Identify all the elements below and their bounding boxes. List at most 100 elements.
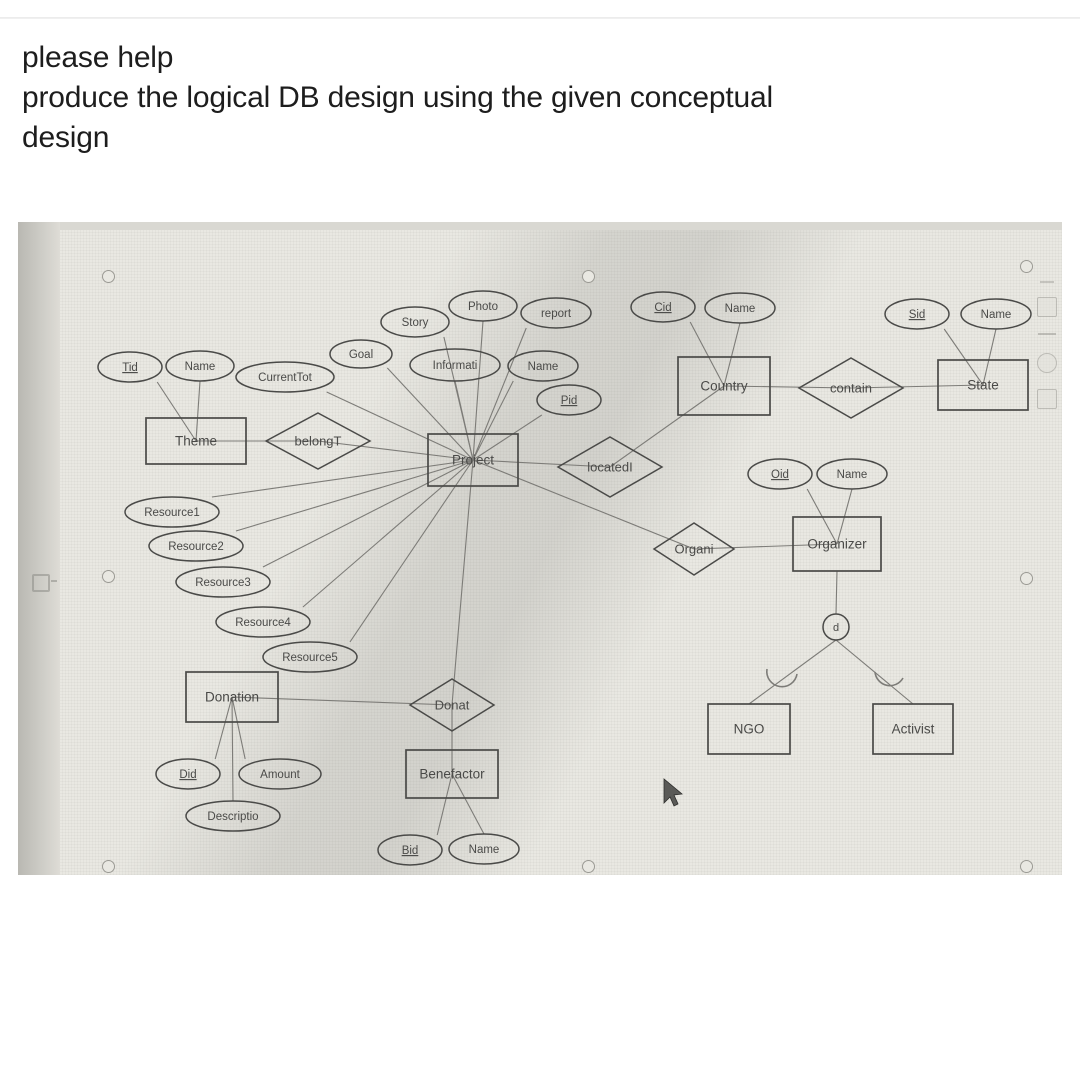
attribute-label-resource2: Resource2: [168, 541, 224, 553]
attribute-link-amount: [231, 696, 246, 760]
selection-handle-top-center[interactable]: [582, 270, 595, 283]
attribute-org-name[interactable]: Name: [816, 458, 888, 490]
relationship-organi[interactable]: Organi: [652, 522, 736, 576]
attribute-label-informati: Informati: [433, 360, 478, 372]
attribute-theme-name[interactable]: Name: [165, 350, 235, 382]
selection-handle-middle-left[interactable]: [102, 570, 115, 583]
relationship-label-organi: Organi: [674, 541, 713, 556]
attribute-label-report: report: [541, 308, 572, 320]
attribute-currenttot[interactable]: CurrentTot: [235, 361, 335, 393]
er-diagram-photo[interactable]: Theme Project Country State Organizer NGO Acti…: [18, 222, 1062, 875]
attribute-tid[interactable]: Tid: [97, 351, 163, 383]
relationship-label-belongT: belongT: [295, 433, 342, 448]
attribute-label-photo: Photo: [468, 301, 498, 313]
question-line-2: produce the logical DB design using the …: [22, 80, 773, 114]
relationship-contain[interactable]: contain: [797, 357, 905, 419]
attribute-link-cid: [689, 321, 725, 387]
entity-label-organizer: Organizer: [807, 537, 867, 552]
attribute-link-did: [214, 696, 233, 760]
attribute-report[interactable]: report: [520, 297, 592, 329]
attribute-label-tid: Tid: [122, 362, 138, 374]
selection-handle-middle-right[interactable]: [1020, 572, 1033, 585]
attribute-resource5[interactable]: Resource5: [262, 641, 358, 673]
attribute-resource1[interactable]: Resource1: [124, 496, 220, 528]
selection-handle-top-left[interactable]: [102, 270, 115, 283]
attribute-label-state-name: Name: [981, 309, 1012, 321]
attribute-sid[interactable]: Sid: [884, 298, 950, 330]
shape-icon[interactable]: [1037, 353, 1057, 373]
attribute-link-country-name: [723, 322, 741, 387]
attribute-state-name[interactable]: Name: [960, 298, 1032, 330]
entity-label-country: Country: [700, 379, 748, 394]
attribute-link-informati: [454, 380, 474, 461]
relationship-locatedI[interactable]: locatedI: [556, 436, 664, 498]
selection-handle-bottom-right[interactable]: [1020, 860, 1033, 873]
relationship-label-contain: contain: [830, 380, 872, 395]
entity-activist[interactable]: Activist: [872, 703, 954, 755]
attribute-resource2[interactable]: Resource2: [148, 530, 244, 562]
isa-parent-link: [835, 570, 838, 615]
attribute-label-resource5: Resource5: [282, 652, 338, 664]
relationship-label-locatedI: locatedI: [587, 459, 633, 474]
relationship-link-project-organi: [472, 459, 695, 550]
attribute-label-did: Did: [179, 769, 196, 781]
attribute-oid[interactable]: Oid: [747, 458, 813, 490]
line-icon[interactable]: [1038, 333, 1056, 337]
attribute-label-sid: Sid: [909, 309, 926, 321]
attribute-link-goal: [386, 367, 474, 461]
entity-project[interactable]: Project: [427, 433, 519, 487]
er-diagram-canvas: Theme Project Country State Organizer NGO Acti…: [18, 222, 1062, 875]
attribute-photo[interactable]: Photo: [448, 290, 518, 322]
attribute-label-proj-name: Name: [528, 361, 559, 373]
attribute-label-pid: Pid: [561, 395, 578, 407]
attribute-did[interactable]: Did: [155, 758, 221, 790]
er-diagram-svg: Theme Project Country State Organizer NGO Acti…: [97, 290, 1032, 866]
crop-handle-icon: [51, 580, 57, 582]
attribute-label-bid: Bid: [402, 845, 419, 857]
entity-label-donation: Donation: [205, 690, 259, 705]
entity-state[interactable]: State: [937, 359, 1029, 411]
ghost-toolbar[interactable]: [1034, 277, 1060, 487]
selection-handle-bottom-left[interactable]: [102, 860, 115, 873]
attribute-amount[interactable]: Amount: [238, 758, 322, 790]
attribute-cid[interactable]: Cid: [630, 291, 696, 323]
attribute-link-descriptio: [231, 696, 234, 802]
attribute-label-resource1: Resource1: [144, 507, 200, 519]
minus-icon: [1040, 281, 1054, 283]
attribute-label-country-name: Name: [725, 303, 756, 315]
selection-handle-top-right[interactable]: [1020, 260, 1033, 273]
attribute-bid[interactable]: Bid: [377, 834, 443, 866]
attribute-label-currenttot: CurrentTot: [258, 372, 312, 384]
attribute-label-amount: Amount: [260, 769, 300, 781]
isa-symbol[interactable]: d: [822, 613, 850, 641]
picture-icon[interactable]: [1037, 297, 1057, 317]
selection-handle-bottom-center[interactable]: [582, 860, 595, 873]
attribute-resource3[interactable]: Resource3: [175, 566, 271, 598]
layout-icon[interactable]: [1037, 389, 1057, 409]
attribute-informati[interactable]: Informati: [409, 348, 501, 382]
entity-ngo[interactable]: NGO: [707, 703, 791, 755]
relationship-label-donat: Donat: [435, 697, 470, 712]
attribute-label-story: Story: [402, 317, 429, 329]
entity-label-activist: Activist: [892, 722, 935, 737]
attribute-resource4[interactable]: Resource4: [215, 606, 311, 638]
relationship-link-locatedI-country: [609, 385, 725, 468]
attribute-story[interactable]: Story: [380, 306, 450, 338]
attribute-proj-name[interactable]: Name: [507, 350, 579, 382]
crop-icon[interactable]: [32, 574, 50, 592]
entity-organizer[interactable]: Organizer: [792, 516, 882, 572]
attribute-descriptio[interactable]: Descriptio: [185, 800, 281, 832]
attribute-pid[interactable]: Pid: [536, 384, 602, 416]
attribute-benef-name[interactable]: Name: [448, 833, 520, 865]
attribute-link-tid: [156, 381, 197, 442]
attribute-label-oid: Oid: [771, 469, 789, 481]
attribute-link-benef-name: [451, 773, 485, 835]
attribute-label-benef-name: Name: [469, 844, 500, 856]
attribute-label-org-name: Name: [837, 469, 868, 481]
question-text-block: please help produce the logical DB desig…: [22, 38, 1022, 158]
attribute-label-theme-name: Name: [185, 361, 216, 373]
relationship-link-donation-donat: [231, 696, 453, 706]
attribute-goal[interactable]: Goal: [329, 339, 393, 369]
isa-child-link-activist: [835, 639, 914, 705]
attribute-country-name[interactable]: Name: [704, 292, 776, 324]
